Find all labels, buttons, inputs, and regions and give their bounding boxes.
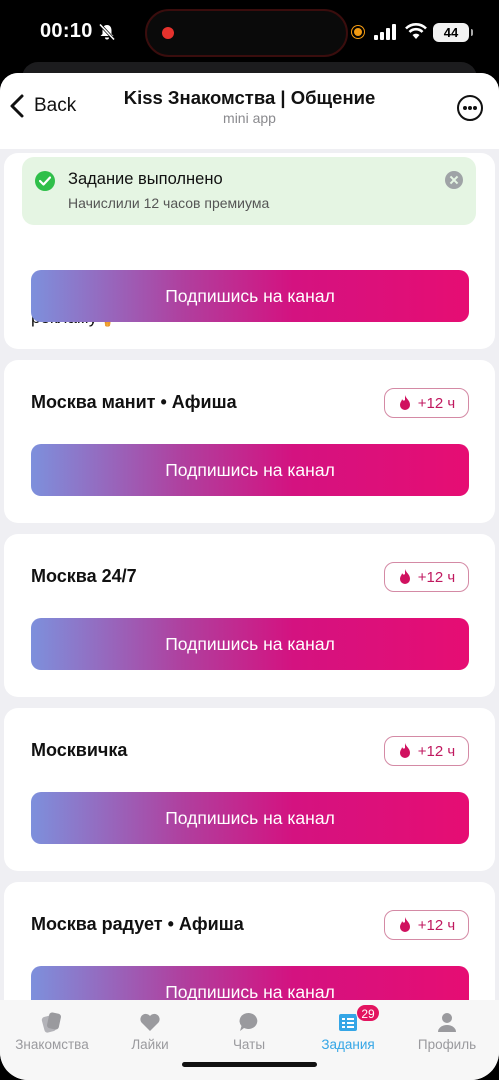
tab-label: Чаты — [232, 1037, 266, 1052]
page-subtitle: mini app — [223, 110, 276, 126]
more-dot-icon — [463, 106, 467, 110]
home-indicator[interactable] — [182, 1062, 317, 1067]
cards-icon — [41, 1012, 61, 1033]
task-card: Москва 24/7 +12 ч Подпишись на канал — [4, 534, 495, 697]
bell-off-icon — [98, 23, 116, 41]
more-dot-icon — [468, 106, 472, 110]
toast-title: Задание выполнено — [68, 170, 223, 188]
tab-znakomstva[interactable]: Знакомства — [2, 1010, 102, 1052]
tab-label: Знакомства — [15, 1037, 89, 1052]
mini-app-header: Back Kiss Знакомства | Общение mini app — [0, 73, 499, 149]
reward-badge: +12 ч — [384, 562, 469, 592]
tab-tasks[interactable]: 29 Задания — [298, 1004, 398, 1052]
reward-text: +12 ч — [417, 568, 456, 586]
tab-likes[interactable]: Лайки — [100, 1010, 200, 1052]
more-options-button[interactable] — [457, 95, 483, 121]
reward-badge: +12 ч — [384, 910, 469, 940]
reward-text: +12 ч — [417, 394, 456, 412]
task-card: Москвичка +12 ч Подпишись на канал — [4, 708, 495, 871]
status-time: 00:10 — [40, 20, 93, 42]
task-card: Москва манит • Афиша +12 ч Подпишись на … — [4, 360, 495, 523]
success-toast: Задание выполнено Начислили 12 часов пре… — [22, 157, 476, 225]
more-dot-icon — [473, 106, 477, 110]
signal-icon — [374, 24, 396, 40]
recording-dot-icon — [162, 27, 174, 39]
task-title: Москва манит • Афиша — [31, 392, 237, 412]
tab-chats[interactable]: Чаты — [199, 1010, 299, 1052]
toast-description: Начислили 12 часов премиума — [68, 195, 270, 211]
status-bar: 00:10 44 — [0, 0, 499, 66]
privacy-indicator-icon — [352, 26, 364, 38]
check-circle-icon — [35, 171, 55, 191]
tab-label: Лайки — [131, 1037, 169, 1052]
fire-icon — [399, 917, 410, 932]
wifi-icon — [405, 23, 427, 39]
fire-icon — [399, 395, 410, 410]
subscribe-button[interactable]: Подпишись на канал — [31, 444, 469, 496]
chat-bubble-icon — [239, 1012, 258, 1031]
task-title: Москва радует • Афиша — [31, 914, 244, 934]
subscribe-button[interactable]: Подпишись на канал — [31, 792, 469, 844]
subscribe-button[interactable]: Подпишись на канал — [31, 270, 469, 322]
reward-text: +12 ч — [417, 916, 456, 934]
reward-badge: +12 ч — [384, 736, 469, 766]
dynamic-island — [145, 9, 348, 57]
mini-app-sheet: Back Kiss Знакомства | Общение mini app … — [0, 73, 499, 1080]
close-toast-button[interactable] — [445, 171, 463, 189]
fire-icon — [399, 569, 410, 584]
tab-label: Профиль — [417, 1037, 477, 1052]
tab-label: Задания — [321, 1037, 375, 1052]
task-title: Москва 24/7 — [31, 566, 137, 586]
subscribe-button[interactable]: Подпишись на канал — [31, 618, 469, 670]
fire-icon — [399, 743, 410, 758]
task-title: Москвичка — [31, 740, 128, 760]
battery-icon: 44 — [433, 23, 473, 42]
reward-text: +12 ч — [417, 742, 456, 760]
heart-icon — [140, 1013, 160, 1031]
tab-badge: 29 — [356, 1004, 380, 1022]
person-icon — [438, 1013, 456, 1032]
bottom-tab-bar: Знакомства Лайки Чаты 29 Задания Профиль — [0, 1000, 499, 1080]
reward-badge: +12 ч — [384, 388, 469, 418]
page-title: Kiss Знакомства | Общение — [123, 87, 376, 108]
tab-profile[interactable]: Профиль — [397, 1010, 497, 1052]
